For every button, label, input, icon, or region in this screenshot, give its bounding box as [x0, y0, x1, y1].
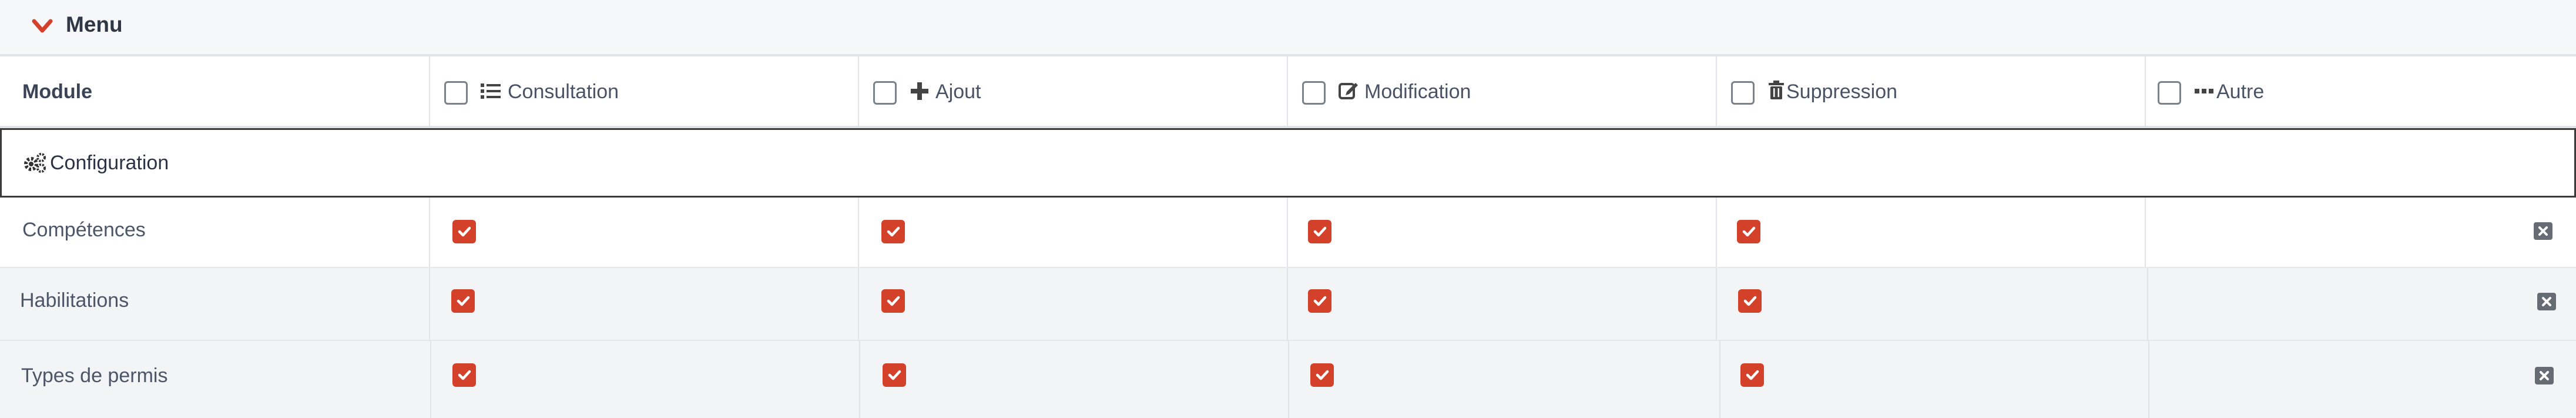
select-all-consultation-checkbox[interactable] — [444, 81, 468, 105]
check-icon — [888, 370, 901, 380]
column-header-autre: Autre — [2216, 81, 2265, 103]
modification-checkbox[interactable] — [1308, 220, 1331, 243]
ajout-checkbox[interactable] — [883, 363, 906, 387]
header-cell-consultation: Consultation — [429, 56, 858, 126]
ellipsis-icon — [2195, 89, 2213, 93]
header-cell-autre: Autre — [2145, 56, 2576, 126]
suppression-checkbox[interactable] — [1738, 289, 1762, 313]
modification-cell — [1287, 198, 1716, 267]
header-cell-module: Module — [0, 56, 429, 126]
consultation-checkbox[interactable] — [451, 289, 475, 313]
check-icon — [458, 370, 471, 380]
consultation-cell — [429, 268, 858, 340]
cogs-icon — [24, 153, 46, 173]
group-row-configuration[interactable]: Configuration — [0, 128, 2576, 198]
suppression-cell — [1716, 198, 2145, 267]
autre-cell — [2145, 198, 2576, 267]
consultation-checkbox[interactable] — [452, 220, 476, 243]
modification-checkbox[interactable] — [1310, 363, 1334, 387]
module-name: Types de permis — [21, 365, 168, 387]
close-icon — [2540, 371, 2549, 380]
suppression-checkbox[interactable] — [1737, 220, 1760, 243]
check-icon — [1313, 226, 1327, 237]
ajout-cell — [858, 198, 1287, 267]
suppression-cell — [1719, 341, 2148, 418]
module-cell: Habilitations — [0, 268, 429, 340]
check-icon — [1746, 370, 1759, 380]
ajout-cell — [859, 341, 1288, 418]
plus-icon — [911, 82, 928, 100]
list-icon — [481, 83, 501, 99]
modification-checkbox[interactable] — [1308, 289, 1331, 313]
edit-icon — [1339, 83, 1358, 99]
column-header-modification: Modification — [1364, 81, 1471, 103]
table-row: Types de permis — [0, 341, 2576, 418]
group-label: Configuration — [50, 152, 169, 174]
modification-cell — [1287, 268, 1716, 340]
check-icon — [1743, 296, 1757, 306]
module-name: Habilitations — [20, 289, 129, 312]
check-icon — [887, 226, 900, 237]
menu-section-header[interactable]: Menu — [0, 0, 2576, 55]
close-icon — [2542, 297, 2551, 306]
chevron-down-icon[interactable] — [31, 16, 54, 36]
table-header-row: Module Consultation Ajout Modification S… — [0, 55, 2576, 128]
consultation-cell — [430, 341, 859, 418]
ajout-checkbox[interactable] — [881, 289, 905, 313]
check-icon — [1742, 226, 1756, 237]
trash-icon — [1769, 81, 1784, 99]
modification-cell — [1288, 341, 1717, 418]
autre-cell — [2147, 268, 2576, 340]
menu-section-title: Menu — [66, 12, 123, 36]
suppression-cell — [1716, 268, 2145, 340]
consultation-checkbox[interactable] — [452, 363, 476, 387]
module-name: Compétences — [22, 219, 146, 241]
column-header-module: Module — [22, 81, 92, 103]
module-cell: Types de permis — [0, 341, 430, 418]
select-all-autre-checkbox[interactable] — [2158, 81, 2181, 105]
select-all-modification-checkbox[interactable] — [1302, 81, 1326, 105]
ajout-cell — [858, 268, 1287, 340]
select-all-suppression-checkbox[interactable] — [1731, 81, 1755, 105]
header-cell-modification: Modification — [1287, 56, 1716, 126]
remove-autre-button[interactable] — [2535, 367, 2554, 384]
table-row: Habilitations — [0, 268, 2576, 341]
consultation-cell — [429, 198, 858, 267]
column-header-consultation: Consultation — [508, 81, 619, 103]
module-cell: Compétences — [0, 198, 429, 267]
header-cell-ajout: Ajout — [858, 56, 1287, 126]
table-row: Compétences — [0, 198, 2576, 268]
check-icon — [1313, 296, 1327, 306]
check-icon — [458, 226, 471, 237]
permissions-panel: Menu Module Consultation Ajout Modificat… — [0, 0, 2576, 418]
column-header-suppression: Suppression — [1786, 81, 1898, 103]
check-icon — [887, 296, 900, 306]
autre-cell — [2148, 341, 2576, 418]
remove-autre-button[interactable] — [2537, 293, 2556, 310]
header-cell-suppression: Suppression — [1716, 56, 2145, 126]
check-icon — [457, 296, 470, 306]
remove-autre-button[interactable] — [2534, 222, 2552, 240]
check-icon — [1316, 370, 1329, 380]
select-all-ajout-checkbox[interactable] — [873, 81, 897, 105]
ajout-checkbox[interactable] — [881, 220, 905, 243]
column-header-ajout: Ajout — [935, 81, 981, 103]
suppression-checkbox[interactable] — [1740, 363, 1764, 387]
close-icon — [2538, 226, 2548, 236]
